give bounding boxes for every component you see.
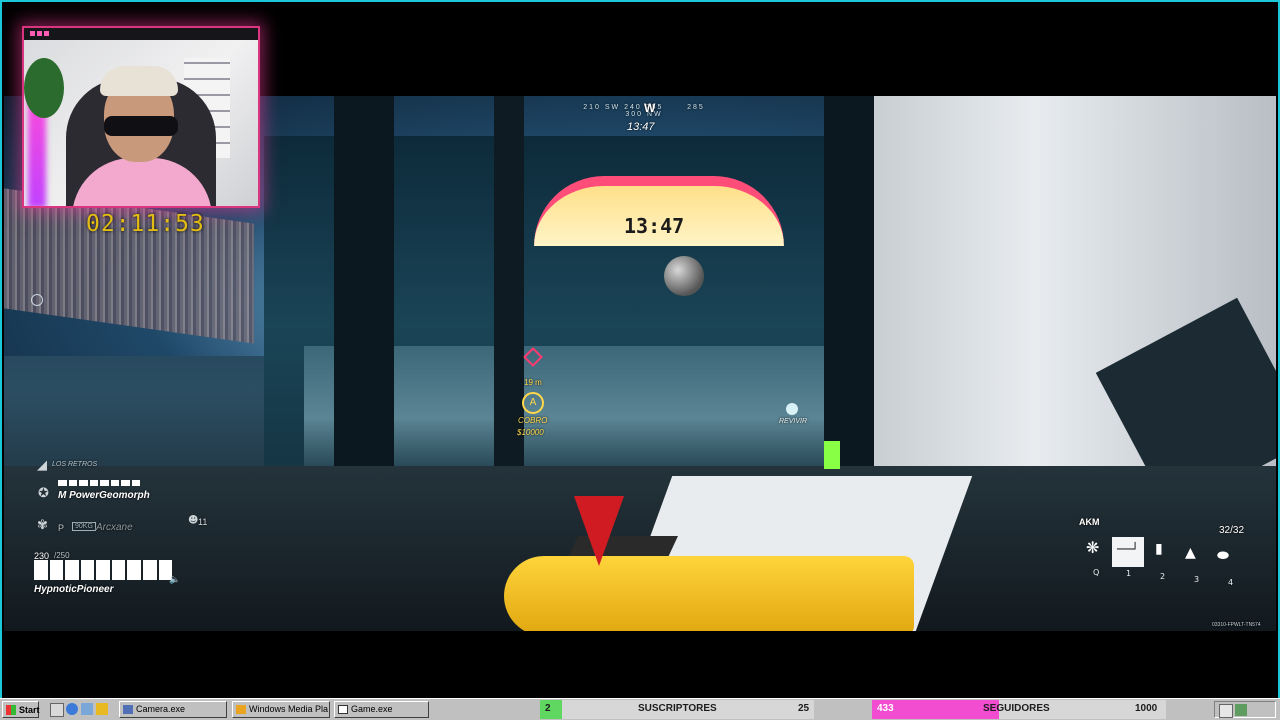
- window-dot-icon: [37, 31, 42, 36]
- subscribers-label: SUSCRIPTORES: [638, 703, 717, 714]
- taskbar-camera[interactable]: Camera.exe: [119, 701, 227, 718]
- subscribers-current: 2: [545, 703, 551, 714]
- grenade-icon: ▮: [1155, 541, 1163, 557]
- webcam-window[interactable]: [24, 28, 258, 206]
- green-canister: [824, 441, 840, 469]
- match-timer: 13:47: [627, 121, 655, 133]
- webcam-sunglasses: [104, 116, 178, 136]
- camera-app-icon: [123, 705, 133, 714]
- volume-icon[interactable]: [1235, 704, 1247, 716]
- red-marker: [574, 496, 624, 566]
- media-player-icon: [236, 705, 246, 714]
- followers-current: 433: [877, 703, 894, 714]
- mine-icon: ▲: [1185, 545, 1196, 561]
- webcam-plant: [24, 58, 64, 118]
- wrecking-ball: [664, 256, 704, 296]
- subscribers-goal: 25: [798, 703, 810, 714]
- arena-screen-time: 13:47: [624, 214, 685, 238]
- skull-kills-icon: ☻: [188, 515, 199, 526]
- game-app-icon: [338, 705, 348, 714]
- slot-4: 4: [1228, 578, 1234, 587]
- landmine-icon: ⬬: [1217, 548, 1229, 564]
- speaker-icon: 🔈: [169, 575, 181, 585]
- objective-distance: 19 m: [524, 378, 542, 387]
- objective-title: COBRO: [518, 416, 548, 425]
- player-name: HypnoticPioneer: [34, 584, 114, 595]
- taskbar: Start Camera.exe Windows Media Pla Game.…: [0, 698, 1280, 720]
- kill-count: 11: [198, 517, 208, 527]
- taskbar-camera-label: Camera.exe: [136, 704, 186, 714]
- downed-icon: ✾: [37, 518, 48, 533]
- browser-icon[interactable]: [66, 703, 78, 715]
- class-icon: ✪: [38, 486, 49, 501]
- webcam-hair: [100, 66, 178, 96]
- player-weapon: [504, 556, 914, 631]
- compass-heading: W: [644, 101, 656, 115]
- team-logo-icon: ◢: [37, 458, 47, 473]
- taskbar-media-player[interactable]: Windows Media Pla: [232, 701, 330, 718]
- start-button[interactable]: Start: [2, 701, 40, 718]
- squad-name: LOS RETROS: [52, 461, 98, 468]
- windows-logo-icon: [6, 705, 16, 715]
- taskbar-game[interactable]: Game.exe: [334, 701, 429, 718]
- slot-1: 1: [1126, 569, 1132, 578]
- teammate1-name: M PowerGeomorph: [58, 490, 150, 501]
- followers-goal: 1000: [1135, 703, 1158, 714]
- stream-timer: 02:11:53: [86, 211, 205, 237]
- system-tray: [1214, 701, 1276, 718]
- weapon-name: AKM: [1079, 517, 1100, 527]
- window-dot-icon: [30, 31, 35, 36]
- slot-3: 3: [1194, 575, 1200, 584]
- rifle-icon: ──┘: [1117, 542, 1139, 556]
- followers-label: SEGUIDORES: [983, 703, 1050, 714]
- gadget-key: Q: [1093, 568, 1100, 577]
- explorer-icon[interactable]: [81, 703, 93, 715]
- followers-goal-bar: 433 SEGUIDORES 1000: [872, 700, 1166, 719]
- player-hp-max: /250: [54, 551, 70, 560]
- skull-icon: [786, 403, 798, 415]
- gadget-icon: ❋: [1086, 538, 1100, 557]
- build-code: 03310-FPWLT-TN574: [1212, 622, 1261, 628]
- location-marker-icon: [31, 294, 43, 306]
- network-icon[interactable]: [1219, 704, 1233, 718]
- start-label: Start: [19, 705, 40, 715]
- slot-2: 2: [1160, 572, 1166, 581]
- teammate2-tag: 90KG: [72, 522, 96, 531]
- subscribers-goal-bar: 2 SUSCRIPTORES 25: [540, 700, 814, 719]
- teammate1-health-bar: [58, 480, 140, 486]
- revive-label: REVIVIR: [779, 418, 808, 425]
- ammo-count: 32/32: [1219, 525, 1245, 536]
- webcam-titlebar: [24, 28, 258, 40]
- objective-marker-icon: A: [522, 392, 544, 414]
- media-icon[interactable]: [96, 703, 108, 715]
- objective-reward: $10000: [517, 428, 544, 437]
- player-health-bar: [34, 560, 173, 580]
- teammate2-name: Arcxane: [96, 522, 133, 533]
- desktop-icon[interactable]: [50, 703, 64, 717]
- teammate2-prefix: P: [58, 523, 65, 533]
- taskbar-media-label: Windows Media Pla: [249, 704, 329, 714]
- taskbar-game-label: Game.exe: [351, 704, 393, 714]
- window-dot-icon: [44, 31, 49, 36]
